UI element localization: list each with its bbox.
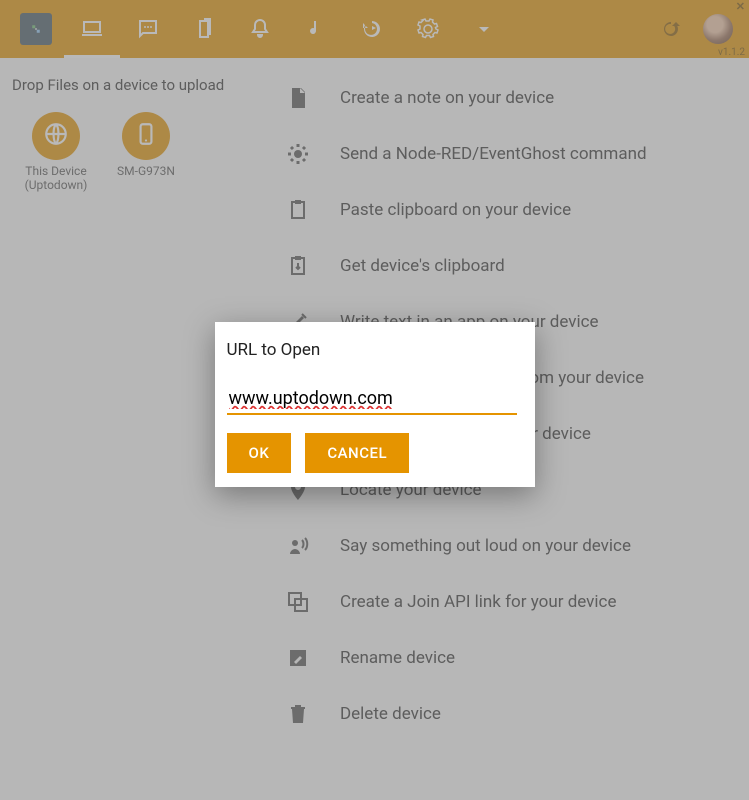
dialog-title: URL to Open <box>227 340 523 360</box>
url-dialog: URL to Open OK CANCEL <box>215 322 535 487</box>
cancel-button[interactable]: CANCEL <box>305 433 409 473</box>
modal-overlay[interactable]: URL to Open OK CANCEL <box>0 0 749 800</box>
url-input[interactable] <box>227 384 517 415</box>
ok-button[interactable]: OK <box>227 433 292 473</box>
